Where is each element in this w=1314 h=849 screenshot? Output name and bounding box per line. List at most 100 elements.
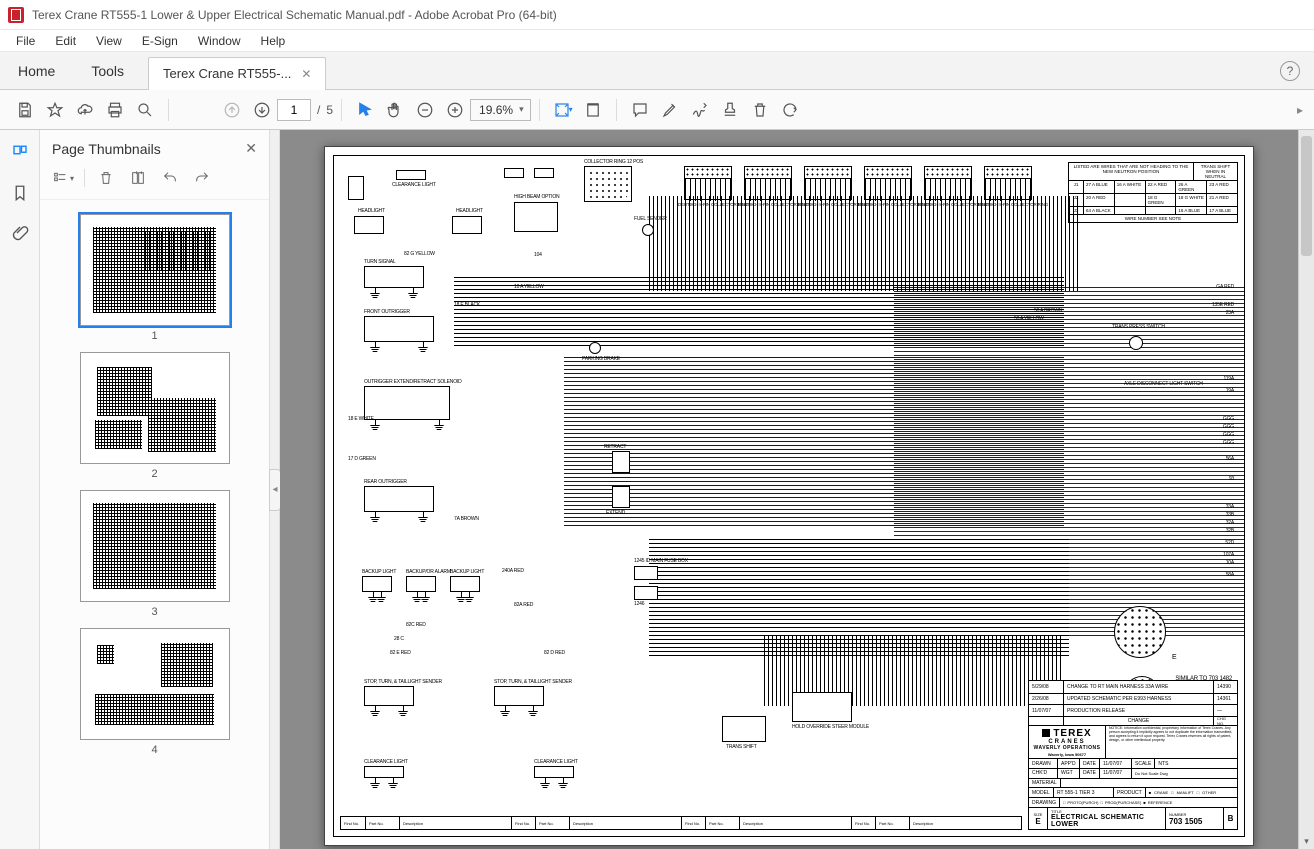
bus-reference-label: 33A <box>1226 504 1234 510</box>
fit-page-icon[interactable]: ▾ <box>548 95 578 125</box>
cell: 16 A WHITE <box>1114 181 1145 193</box>
cell <box>1114 207 1145 214</box>
find-icon[interactable] <box>130 95 160 125</box>
bookmark-rail-icon[interactable] <box>7 180 33 206</box>
tab-document[interactable]: Terex Crane RT555-... ✕ <box>148 57 326 90</box>
menu-bar: File Edit View E-Sign Window Help <box>0 30 1314 52</box>
close-tab-icon[interactable]: ✕ <box>301 67 311 81</box>
close-panel-icon[interactable]: ✕ <box>245 140 257 157</box>
cell: UPDATED SCHEMATIC PER E993 HARNESS <box>1063 694 1213 705</box>
thumb-delete-icon[interactable] <box>93 167 119 189</box>
thumb-insert-icon[interactable] <box>125 167 151 189</box>
save-icon[interactable] <box>10 95 40 125</box>
zoom-out-icon[interactable] <box>410 95 440 125</box>
bus-reference-label: 135E RED <box>1212 302 1234 308</box>
cell: DATE <box>1079 769 1099 778</box>
scrollbar-down-icon[interactable]: ▾ <box>1299 833 1314 849</box>
thumbnail-image <box>80 352 230 464</box>
zoom-in-icon[interactable] <box>440 95 470 125</box>
tab-tools[interactable]: Tools <box>73 53 142 89</box>
connector-e-label: E <box>1172 654 1176 661</box>
label: HIGH BEAM OPTION <box>514 194 559 200</box>
component-box <box>364 686 414 706</box>
component-label: TURN SIGNAL <box>364 259 395 265</box>
page-control: / 5 <box>277 99 333 121</box>
cell: CHG NO. <box>1213 717 1237 725</box>
tab-strip: Home Tools Terex Crane RT555-... ✕ ? <box>0 52 1314 90</box>
thumbnail-page-3[interactable]: 3 <box>80 490 230 618</box>
toolbar-scroll-right[interactable]: ▸ <box>1286 90 1314 129</box>
bus-reference-label: 107A <box>1223 552 1234 558</box>
thumb-redo-icon[interactable] <box>189 167 215 189</box>
tab-document-label: Terex Crane RT555-... <box>163 66 291 81</box>
thumb-undo-icon[interactable] <box>157 167 183 189</box>
thumbnails-rail-icon[interactable] <box>7 140 33 166</box>
menu-file[interactable]: File <box>6 32 45 50</box>
thumbnails-list[interactable]: 1 2 3 <box>40 200 269 849</box>
menu-edit[interactable]: Edit <box>45 32 86 50</box>
document-viewer[interactable]: LISTED ARE WIRES THAT ARE NOT HEADING TO… <box>280 130 1298 849</box>
star-icon[interactable] <box>40 95 70 125</box>
page-display-icon[interactable] <box>578 95 608 125</box>
ground-icon <box>528 706 538 716</box>
thumbnails-toolbar: ▾ <box>40 161 269 200</box>
size-cell: SIZEE <box>1029 808 1047 829</box>
comment-icon[interactable] <box>625 95 655 125</box>
component-label: STOP, TURN, & TAILLIGHT SENDER <box>364 679 442 685</box>
stamp-icon[interactable] <box>715 95 745 125</box>
next-page-icon[interactable] <box>247 95 277 125</box>
ground-icon <box>370 706 380 716</box>
tab-home[interactable]: Home <box>0 53 73 89</box>
headlight-1 <box>354 216 384 234</box>
wiretable-note: LISTED ARE WIRES THAT ARE NOT HEADING TO… <box>1069 163 1193 180</box>
cloud-share-icon[interactable] <box>70 95 100 125</box>
prev-page-icon[interactable] <box>217 95 247 125</box>
menu-view[interactable]: View <box>86 32 132 50</box>
page-number-input[interactable] <box>277 99 311 121</box>
deutsch-connector <box>924 166 972 200</box>
label: PARKING BRAKE <box>582 356 620 362</box>
help-icon[interactable]: ? <box>1280 61 1300 81</box>
sign-icon[interactable] <box>685 95 715 125</box>
ground-icon <box>500 706 510 716</box>
thumbnail-page-1[interactable]: 1 <box>80 214 230 342</box>
wire-label: 82 G YELLOW <box>404 251 435 257</box>
thumb-options-icon[interactable]: ▾ <box>50 167 76 189</box>
menu-window[interactable]: Window <box>188 32 251 50</box>
zoom-select[interactable]: 19.6% ▾ <box>470 99 531 121</box>
delete-icon[interactable] <box>745 95 775 125</box>
thumbnail-page-2[interactable]: 2 <box>80 352 230 480</box>
print-icon[interactable] <box>100 95 130 125</box>
deutsch-connector <box>744 166 792 200</box>
cell: MATERIAL <box>1029 779 1060 788</box>
wire-reference-table: LISTED ARE WIRES THAT ARE NOT HEADING TO… <box>1068 162 1238 223</box>
clearance-light-top <box>348 176 364 200</box>
wire-label: 50 A YELLOW <box>1014 316 1044 322</box>
notice-text: NOTICE: Information confidential, propri… <box>1105 726 1237 758</box>
deutsch-connector <box>864 166 912 200</box>
ground-icon <box>370 512 380 522</box>
rotate-icon[interactable] <box>775 95 805 125</box>
thumbnail-page-4[interactable]: 4 <box>80 628 230 756</box>
viewer-scrollbar[interactable]: ▾ <box>1298 130 1314 849</box>
wire-label: 50 A BROWN <box>1034 308 1062 314</box>
label: 1245 ID MAIN FUSE BOX <box>634 558 688 564</box>
component-box <box>534 766 574 778</box>
menu-help[interactable]: Help <box>251 32 296 50</box>
component-box <box>406 576 436 592</box>
menu-esign[interactable]: E-Sign <box>132 32 188 50</box>
label: HOLD OVERRIDE STEER MODULE <box>792 724 852 730</box>
highlight-icon[interactable] <box>655 95 685 125</box>
bus-reference-label: GGG <box>1223 416 1234 422</box>
ground-icon <box>370 778 380 788</box>
cell: CHANGE TO RT MAIN HARNESS 33A WIRE <box>1063 681 1213 693</box>
cell: WGT <box>1057 769 1079 778</box>
thumb-tb-sep <box>84 169 85 187</box>
pan-tool-icon[interactable] <box>380 95 410 125</box>
attachment-rail-icon[interactable] <box>7 220 33 246</box>
select-tool-icon[interactable] <box>350 95 380 125</box>
page-sep: / <box>317 103 320 117</box>
trans-shift-box <box>722 716 766 742</box>
component-box <box>364 316 434 342</box>
scrollbar-thumb[interactable] <box>1301 136 1312 256</box>
